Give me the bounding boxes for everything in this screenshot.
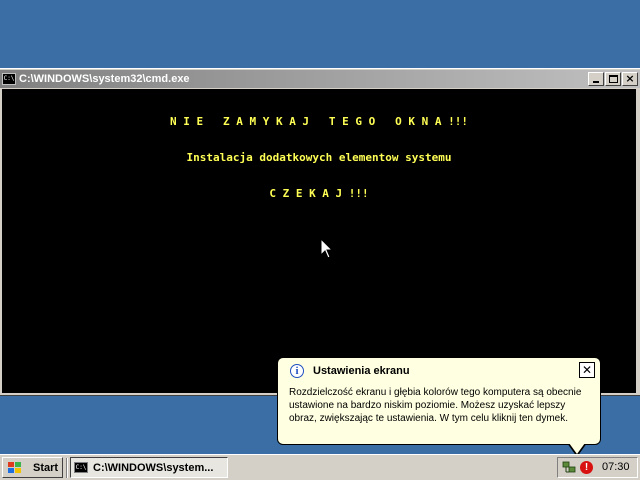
mouse-cursor-icon [320, 238, 334, 259]
cmd-icon: C:\ [74, 462, 88, 473]
balloon-close-button[interactable]: ✕ [579, 362, 595, 378]
minimize-icon [593, 81, 599, 83]
console-wait-line: C Z E K A J !!! [269, 187, 369, 200]
window-titlebar[interactable]: C:\ C:\WINDOWS\system32\cmd.exe × [0, 70, 640, 88]
taskbar: Start C:\ C:\WINDOWS\system... ! 07:30 [0, 454, 640, 480]
balloon-message[interactable]: Rozdzielczość ekranu i głębia kolorów te… [289, 386, 594, 425]
window-title: C:\WINDOWS\system32\cmd.exe [19, 73, 190, 85]
info-icon: i [290, 364, 304, 378]
cmd-icon: C:\ [2, 73, 16, 85]
windows-logo-icon [8, 461, 21, 473]
close-button[interactable]: × [622, 72, 638, 86]
balloon-tail-fill [569, 443, 585, 454]
maximize-button[interactable] [605, 72, 621, 86]
network-icon[interactable] [562, 461, 576, 474]
console-warning-line: N I E Z A M Y K A J T E G O O K N A !!! [169, 115, 468, 128]
display-settings-balloon[interactable]: i Ustawienia ekranu ✕ Rozdzielczość ekra… [277, 357, 601, 445]
minimize-button[interactable] [588, 72, 604, 86]
maximize-icon [609, 75, 618, 83]
start-button[interactable]: Start [2, 457, 63, 478]
console-info-line: Instalacja dodatkowych elementow systemu [186, 151, 452, 164]
taskbar-cmd-label: C:\WINDOWS\system... [93, 461, 214, 474]
tray-clock[interactable]: 07:30 [602, 461, 630, 473]
console-area[interactable]: N I E Z A M Y K A J T E G O O K N A !!! … [2, 89, 636, 393]
system-tray: ! 07:30 [557, 457, 638, 478]
window-controls: × [587, 72, 638, 86]
cmd-window[interactable]: C:\ C:\WINDOWS\system32\cmd.exe × N I E … [0, 68, 640, 396]
start-label: Start [33, 461, 59, 474]
balloon-title: Ustawienia ekranu [313, 365, 410, 377]
taskbar-separator [66, 458, 68, 478]
alert-icon[interactable]: ! [580, 461, 593, 474]
close-icon: × [625, 72, 635, 85]
taskbar-cmd-button[interactable]: C:\ C:\WINDOWS\system... [70, 457, 228, 478]
